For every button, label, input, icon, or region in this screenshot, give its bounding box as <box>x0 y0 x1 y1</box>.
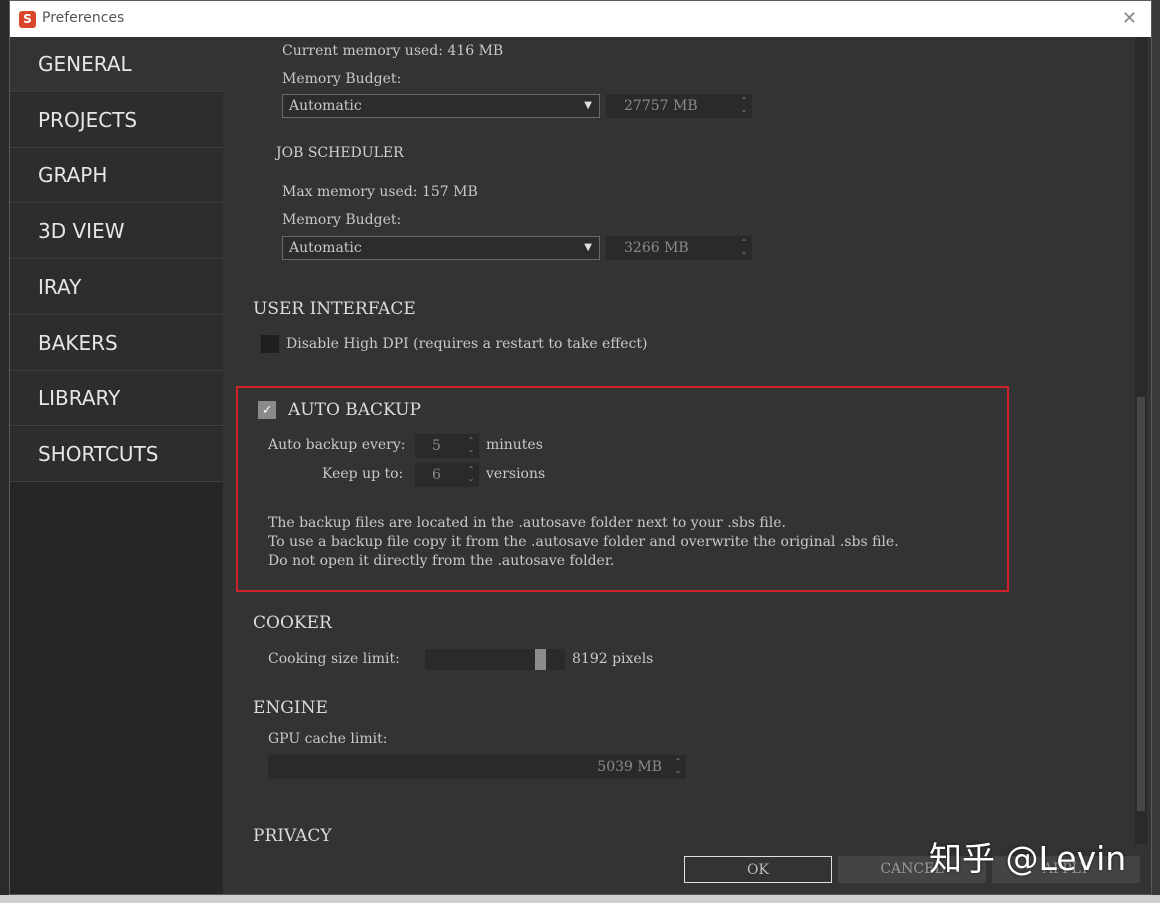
backup-info-line-1: The backup files are located in the .aut… <box>268 515 786 531</box>
scrollbar-thumb[interactable] <box>1137 397 1145 811</box>
dropdown-arrow-icon: ▼ <box>584 100 592 111</box>
auto-backup-checkbox[interactable]: ✓ <box>258 401 276 419</box>
job-scheduler-title: JOB SCHEDULER <box>276 145 404 161</box>
sidebar-item-3d-view[interactable]: 3D VIEW <box>10 204 223 259</box>
sidebar-item-graph[interactable]: GRAPH <box>10 148 223 203</box>
spin-arrows-icon[interactable]: ⌃ ⌄ <box>739 96 749 116</box>
gpu-cache-limit-label: GPU cache limit: <box>268 731 388 747</box>
memory-budget-value: 27757 MB <box>624 98 698 114</box>
engine-title: ENGINE <box>253 698 328 718</box>
sidebar-item-bakers[interactable]: BAKERS <box>10 316 223 371</box>
cooking-size-limit-label: Cooking size limit: <box>268 651 400 667</box>
cooker-title: COOKER <box>253 613 332 633</box>
keep-up-to-value: 6 <box>432 467 441 483</box>
background-bottom-edge <box>0 895 1160 903</box>
current-memory-used: Current memory used: 416 MB <box>282 43 504 59</box>
spin-arrows-icon[interactable]: ⌃ ⌄ <box>466 436 476 456</box>
disable-high-dpi-label: Disable High DPI (requires a restart to … <box>286 336 648 352</box>
memory-budget-select-value: Automatic <box>289 98 362 114</box>
gpu-cache-limit-value: 5039 MB <box>597 759 662 775</box>
sidebar-item-general[interactable]: GENERAL <box>10 37 223 92</box>
sidebar-item-iray[interactable]: IRAY <box>10 260 223 315</box>
keep-up-to-label: Keep up to: <box>322 466 404 482</box>
user-interface-title: USER INTERFACE <box>253 299 416 319</box>
sidebar-item-projects[interactable]: PROJECTS <box>10 93 223 148</box>
sidebar-item-shortcuts[interactable]: SHORTCUTS <box>10 427 223 482</box>
job-memory-budget-select-value: Automatic <box>289 240 362 256</box>
dropdown-arrow-icon: ▼ <box>584 242 592 253</box>
substance-designer-icon: S <box>19 11 36 28</box>
memory-budget-label: Memory Budget: <box>282 71 402 87</box>
general-settings-panel: Current memory used: 416 MB Memory Budge… <box>223 37 1151 894</box>
sidebar-item-library[interactable]: LIBRARY <box>10 371 223 426</box>
window-title: Preferences <box>42 10 125 26</box>
spin-arrows-icon[interactable]: ⌃ ⌄ <box>739 238 749 258</box>
cooking-size-slider-handle[interactable] <box>534 649 546 670</box>
checkmark-icon: ✓ <box>262 402 272 418</box>
max-memory-used: Max memory used: 157 MB <box>282 184 478 200</box>
job-memory-budget-value: 3266 MB <box>624 240 689 256</box>
job-memory-budget-label: Memory Budget: <box>282 212 402 228</box>
backup-info-line-2: To use a backup file copy it from the .a… <box>268 534 899 550</box>
auto-backup-every-unit: minutes <box>486 437 543 453</box>
disable-high-dpi-checkbox[interactable] <box>261 335 279 353</box>
backup-info-line-3: Do not open it directly from the .autosa… <box>268 553 615 569</box>
keep-up-to-spinbox[interactable]: 6 ⌃ ⌄ <box>415 463 479 487</box>
zhihu-watermark: 知乎 @Levin <box>929 839 1127 878</box>
auto-backup-every-label: Auto backup every: <box>268 437 406 453</box>
keep-up-to-unit: versions <box>486 466 546 482</box>
memory-budget-spinbox[interactable]: 27757 MB ⌃ ⌄ <box>606 94 752 118</box>
job-memory-budget-spinbox[interactable]: 3266 MB ⌃ ⌄ <box>606 236 752 260</box>
cooking-size-limit-value: 8192 pixels <box>572 651 654 667</box>
background-left-edge <box>0 0 9 903</box>
privacy-title: PRIVACY <box>253 826 332 846</box>
spin-arrows-icon[interactable]: ⌃ ⌄ <box>673 757 683 777</box>
preferences-window: S Preferences ✕ GENERAL PROJECTS GRAPH 3… <box>9 0 1152 895</box>
memory-budget-select[interactable]: Automatic ▼ <box>282 94 600 118</box>
vertical-scrollbar[interactable] <box>1135 37 1147 844</box>
sidebar: GENERAL PROJECTS GRAPH 3D VIEW IRAY BAKE… <box>10 37 223 894</box>
gpu-cache-limit-spinbox[interactable]: 5039 MB ⌃ ⌄ <box>268 755 686 779</box>
ok-button[interactable]: OK <box>684 856 832 883</box>
auto-backup-every-spinbox[interactable]: 5 ⌃ ⌄ <box>415 434 479 458</box>
spin-arrows-icon[interactable]: ⌃ ⌄ <box>466 465 476 485</box>
job-memory-budget-select[interactable]: Automatic ▼ <box>282 236 600 260</box>
auto-backup-title: AUTO BACKUP <box>288 400 421 420</box>
auto-backup-every-value: 5 <box>432 438 441 454</box>
close-icon[interactable]: ✕ <box>1122 9 1137 29</box>
title-bar: S Preferences ✕ <box>10 1 1151 37</box>
